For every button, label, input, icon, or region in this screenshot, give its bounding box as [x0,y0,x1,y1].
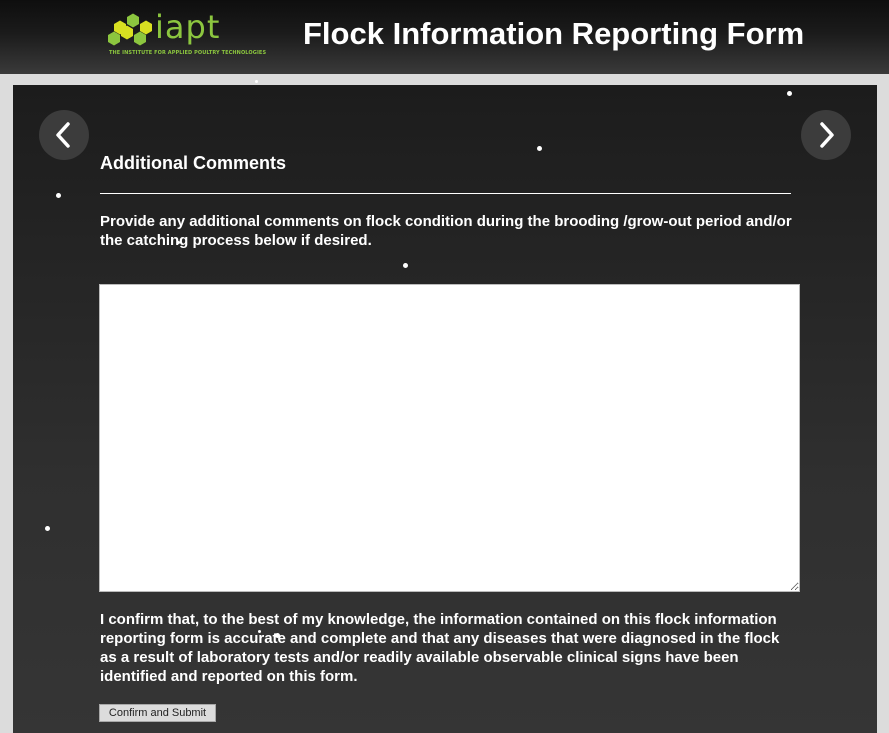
decorative-dot [45,526,50,531]
form-panel: Additional Comments Provide any addition… [13,85,877,733]
logo-wordmark: iapt [155,8,221,46]
decorative-dot [177,241,180,244]
app-header: iapt THE INSTITUTE FOR APPLIED POULTRY T… [0,0,889,74]
page-title: Flock Information Reporting Form [303,16,805,51]
section-divider [100,193,791,194]
confirm-and-submit-button[interactable]: Confirm and Submit [99,704,216,722]
iapt-logo: iapt THE INSTITUTE FOR APPLIED POULTRY T… [108,8,273,58]
logo-subtitle: THE INSTITUTE FOR APPLIED POULTRY TECHNO… [109,50,267,56]
chevron-right-icon [820,122,834,148]
section-title: Additional Comments [100,153,287,173]
additional-comments-textarea[interactable] [99,284,800,592]
next-page-button[interactable] [801,110,851,160]
decorative-dot [275,633,280,638]
decorative-dot [403,263,408,268]
previous-page-button[interactable] [39,110,89,160]
honeycomb-logo-icon [108,13,152,46]
decorative-dot [255,80,258,83]
comments-instructions: Provide any additional comments on flock… [100,213,792,249]
decorative-dot [537,146,542,151]
decorative-dot [56,193,61,198]
confirmation-statement: I confirm that, to the best of my knowle… [100,611,780,685]
chevron-left-icon [56,122,70,148]
decorative-dot [787,91,792,96]
decorative-dot [258,630,261,633]
